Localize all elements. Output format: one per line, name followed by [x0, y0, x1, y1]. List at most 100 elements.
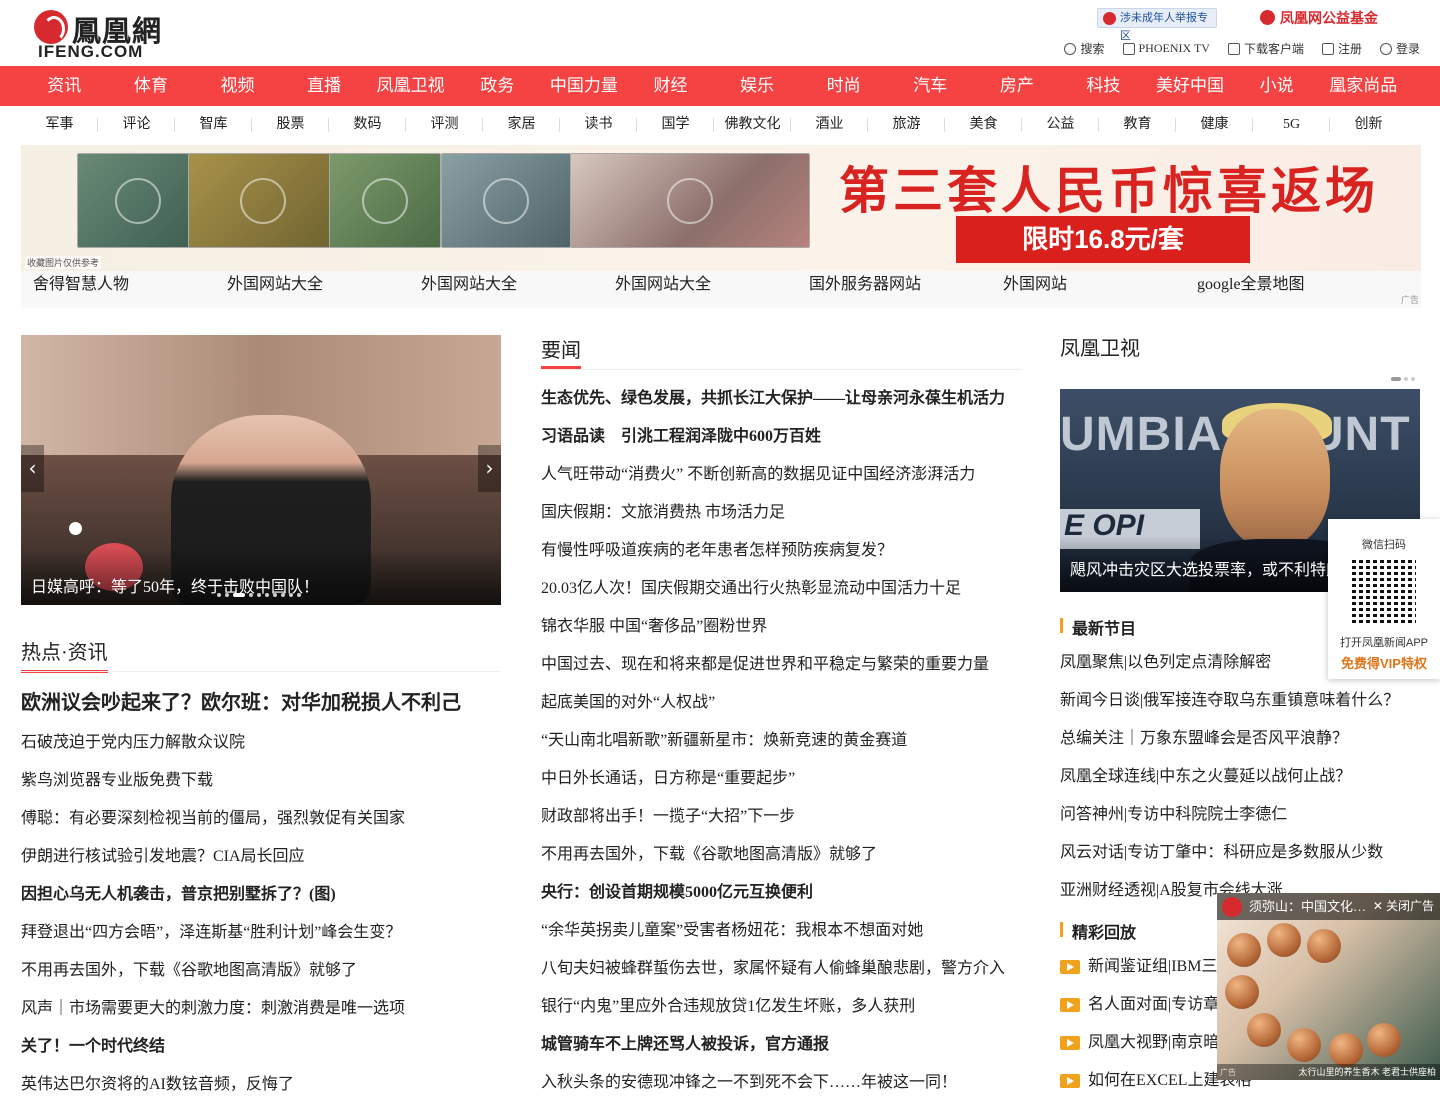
sub-nav-item[interactable]: 酒业 — [791, 106, 868, 144]
top-news-item[interactable]: 习语品读 引洮工程润泽陇中600万百姓 — [541, 418, 1021, 456]
slider-dot[interactable] — [217, 593, 221, 597]
top-news-item[interactable]: 银行“内鬼”里应外合违规放贷1亿发生坏账，多人获刑 — [541, 988, 1021, 1026]
hot-news-item[interactable]: 风声｜市场需要更大的刺激力度：刺激消费是唯一选项 — [21, 990, 501, 1028]
download-client-link[interactable]: 下载客户端 — [1227, 40, 1304, 57]
slider-dot[interactable] — [265, 593, 269, 597]
top-news-item[interactable]: 起底美国的对外“人权战” — [541, 684, 1021, 722]
main-nav-item[interactable]: 房产 — [974, 66, 1061, 106]
charity-fund-link[interactable]: 凤凰网公益基金 — [1260, 8, 1378, 28]
top-news-item[interactable]: 生态优先、绿色发展，共抓长江大保护——让母亲河永葆生机活力 — [541, 380, 1021, 418]
top-news-item[interactable]: 城管骑车不上牌还骂人被投诉，官方通报 — [541, 1026, 1021, 1064]
sub-nav-item[interactable]: 佛教文化 — [714, 106, 791, 144]
slider-dot[interactable] — [257, 593, 261, 597]
ad-link[interactable]: 国外服务器网站 — [809, 271, 1003, 308]
register-link[interactable]: 注册 — [1321, 40, 1362, 57]
floating-ad[interactable]: 须弥山：中国文化… ✕ 关闭广告 太行山里的养生香木 老君士供座柏 广告 — [1217, 893, 1440, 1080]
sub-nav-item[interactable]: 评测 — [406, 106, 483, 144]
slider-dot[interactable] — [273, 593, 277, 597]
top-news-item[interactable]: 人气旺带动“消费火” 不断创新高的数据见证中国经济澎湃活力 — [541, 456, 1021, 494]
main-nav-item[interactable]: 时尚 — [800, 66, 887, 106]
slider-dot[interactable] — [233, 593, 245, 597]
banner-ad[interactable]: 第三套人民币惊喜返场 限时16.8元/套 收藏图片仅供参考 — [21, 145, 1421, 271]
top-news-item[interactable]: 央行：创设首期规模5000亿元互换便利 — [541, 874, 1021, 912]
sub-nav-item[interactable]: 旅游 — [868, 106, 945, 144]
top-news-item[interactable]: 八旬夫妇被蜂群蜇伤去世，家属怀疑有人偷蜂巢酿悲剧，警方介入 — [541, 950, 1021, 988]
sub-nav-item[interactable]: 家居 — [483, 106, 560, 144]
hot-news-item[interactable]: 石破茂迫于党内压力解散众议院 — [21, 724, 501, 762]
main-nav-item[interactable]: 凤凰卫视 — [367, 66, 454, 106]
main-nav-item[interactable]: 体育 — [108, 66, 195, 106]
top-news-item[interactable]: 国庆假期：文旅消费热 市场活力足 — [541, 494, 1021, 532]
program-item[interactable]: 问答神州|专访中科院院士李德仁 — [1060, 796, 1420, 834]
top-news-item[interactable]: 不用再去国外，下载《谷歌地图高清版》就够了 — [541, 836, 1021, 874]
top-news-item[interactable]: “天山南北唱新歌”新疆新星市：焕新竞速的黄金赛道 — [541, 722, 1021, 760]
program-item[interactable]: 总编关注｜万象东盟峰会是否风平浪静？ — [1060, 720, 1420, 758]
sub-nav-item[interactable]: 美食 — [945, 106, 1022, 144]
program-item[interactable]: 风云对话|专访丁肇中：科研应是多数服从少数 — [1060, 834, 1420, 872]
main-nav-item[interactable]: 凰家尚品 — [1320, 66, 1407, 106]
hot-news-item[interactable]: 紫鸟浏览器专业版免费下载 — [21, 762, 501, 800]
ad-link[interactable]: google全景地图 — [1197, 271, 1391, 308]
ad-link[interactable]: 外国网站大全 — [421, 271, 615, 308]
ad-link[interactable]: 舍得智慧人物 — [33, 271, 227, 308]
hot-news-item[interactable]: 傅聪：有必要深刻检视当前的僵局，强烈敦促有关国家 — [21, 800, 501, 838]
ad-link[interactable]: 外国网站大全 — [227, 271, 421, 308]
main-nav-item[interactable]: 资讯 — [21, 66, 108, 106]
hot-news-item[interactable]: 关了！一个时代终结 — [21, 1028, 501, 1066]
top-news-item[interactable]: 有慢性呼吸道疾病的老年患者怎样预防疾病复发？ — [541, 532, 1021, 570]
main-nav-item[interactable]: 美好中国 — [1147, 66, 1234, 106]
sub-nav-item[interactable]: 读书 — [560, 106, 637, 144]
minor-report-link[interactable]: 涉未成年人举报专区 — [1097, 8, 1217, 42]
top-news-item[interactable]: “余华英拐卖儿童案”受害者杨妞花：我根本不想面对她 — [541, 912, 1021, 950]
main-nav-item[interactable]: 娱乐 — [714, 66, 801, 106]
sub-nav-item[interactable]: 军事 — [21, 106, 98, 144]
slider-dot[interactable] — [225, 593, 229, 597]
main-nav-item[interactable]: 小说 — [1233, 66, 1320, 106]
main-nav-item[interactable]: 中国力量 — [541, 66, 628, 106]
top-news-item[interactable]: 财政部将出手！一揽子“大招”下一步 — [541, 798, 1021, 836]
hot-news-item[interactable]: 不用再去国外，下载《谷歌地图高清版》就够了 — [21, 952, 501, 990]
phoenix-tv-link[interactable]: PHOENIX TV — [1122, 40, 1210, 57]
wechat-qr-widget[interactable]: 微信扫码 打开凤凰新闻APP 免费得VIP特权 — [1328, 519, 1440, 679]
next-arrow-icon[interactable]: › — [478, 445, 501, 492]
top-news-item[interactable]: 中日外长通话，日方称是“重要起步” — [541, 760, 1021, 798]
banner-price[interactable]: 限时16.8元/套 — [956, 216, 1250, 263]
program-item[interactable]: 新闻今日谈|俄军接连夺取乌东重镇意味着什么？ — [1060, 682, 1420, 720]
sub-nav-item[interactable]: 教育 — [1099, 106, 1176, 144]
photo-slider[interactable]: 日媒高呼：等了50年，终于击败中国队！ ‹ › — [21, 335, 501, 605]
sub-nav-item[interactable]: 5G — [1253, 106, 1330, 144]
top-news-item[interactable]: 入秋头条的安德现冲锋之一不到死不会下……年被这一同！ — [541, 1064, 1021, 1102]
hot-news-item[interactable]: 因担心乌无人机袭击，普京把别墅拆了？(图) — [21, 876, 501, 914]
hot-news-item[interactable]: 欧洲议会吵起来了？欧尔班：对华加税损人不利己 — [21, 682, 501, 724]
top-news-item[interactable]: 20.03亿人次！国庆假期交通出行火热彰显流动中国活力十足 — [541, 570, 1021, 608]
main-nav-item[interactable]: 财经 — [627, 66, 714, 106]
sub-nav-item[interactable]: 国学 — [637, 106, 714, 144]
sub-nav-item[interactable]: 公益 — [1022, 106, 1099, 144]
sub-nav-item[interactable]: 数码 — [329, 106, 406, 144]
top-news-item[interactable]: 中国过去、现在和将来都是促进世界和平稳定与繁荣的重要力量 — [541, 646, 1021, 684]
sub-nav-item[interactable]: 智库 — [175, 106, 252, 144]
ad-link[interactable]: 外国网站 — [1003, 271, 1197, 308]
program-item[interactable]: 凤凰全球连线|中东之火蔓延以战何止战？ — [1060, 758, 1420, 796]
top-news-item[interactable]: 锦衣华服 中国“奢侈品”圈粉世界 — [541, 608, 1021, 646]
ifeng-logo[interactable]: 鳳凰網 IFENG.COM — [34, 8, 174, 61]
prev-arrow-icon[interactable]: ‹ — [21, 445, 44, 492]
ad-link[interactable]: 外国网站大全 — [615, 271, 809, 308]
sub-nav-item[interactable]: 评论 — [98, 106, 175, 144]
sub-nav-item[interactable]: 创新 — [1330, 106, 1407, 144]
main-nav-item[interactable]: 政务 — [454, 66, 541, 106]
main-nav-item[interactable]: 汽车 — [887, 66, 974, 106]
hot-news-item[interactable]: 拜登退出“四方会晤”，泽连斯基“胜利计划”峰会生变？ — [21, 914, 501, 952]
search-link[interactable]: 搜索 — [1064, 40, 1105, 57]
close-ad-button[interactable]: ✕ 关闭广告 — [1373, 893, 1434, 920]
main-nav-item[interactable]: 视频 — [194, 66, 281, 106]
login-link[interactable]: 登录 — [1379, 40, 1420, 57]
main-nav-item[interactable]: 科技 — [1060, 66, 1147, 106]
hot-news-item[interactable]: 伊朗进行核试验引发地震？CIA局长回应 — [21, 838, 501, 876]
slider-dot[interactable] — [281, 593, 285, 597]
slider-dot[interactable] — [249, 593, 253, 597]
sub-nav-item[interactable]: 股票 — [252, 106, 329, 144]
slider-dot[interactable] — [297, 593, 301, 597]
hot-news-item[interactable]: 英伟达巴尔资将的AI数铉音频，反悔了 — [21, 1066, 501, 1104]
main-nav-item[interactable]: 直播 — [281, 66, 368, 106]
